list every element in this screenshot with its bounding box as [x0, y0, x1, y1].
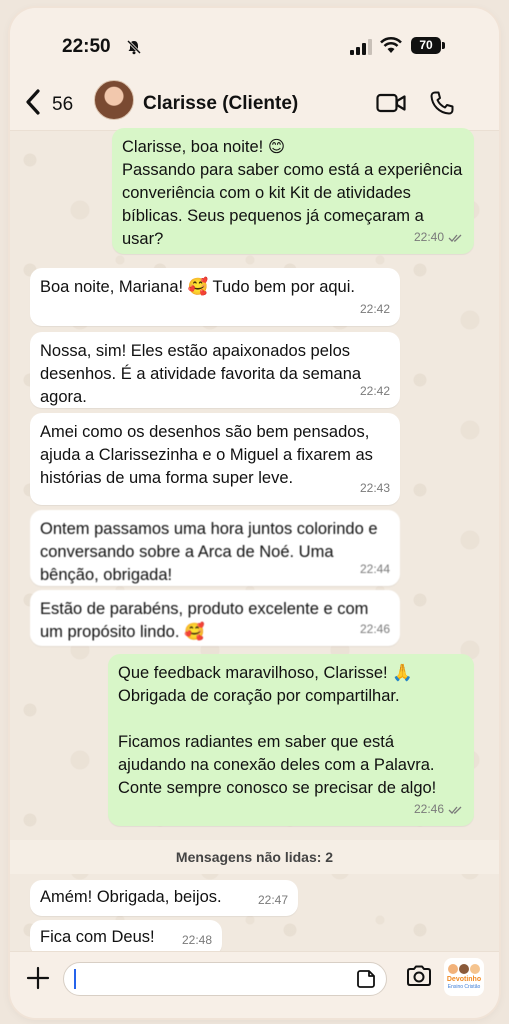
message-incoming[interactable]: Estão de parabéns, produto excelente e c…	[30, 590, 400, 646]
message-meta: 22:42	[360, 298, 390, 321]
message-time: 22:42	[359, 302, 390, 316]
message-outgoing[interactable]: Clarisse, boa noite! 😊 Passando para sab…	[112, 128, 474, 254]
message-meta: 22:43	[360, 477, 390, 500]
chat-header: 56 Clarisse (Cliente)	[10, 78, 499, 131]
message-outgoing[interactable]: Que feedback maravilhoso, Clarisse! 🙏 Ob…	[108, 654, 474, 826]
read-ticks-icon	[448, 806, 462, 814]
message-text: Nossa, sim! Eles estão apaixonados pelos…	[40, 342, 366, 406]
message-time: 22:44	[359, 562, 390, 576]
message-time: 22:48	[181, 933, 212, 947]
unread-messages-divider: Mensagens não lidas: 2	[10, 840, 499, 874]
battery-indicator: 70	[411, 37, 445, 54]
message-meta: 22:46	[414, 798, 464, 821]
phone-frame: 22:50 70 56 Clarisse (Cliente) Clarisse,…	[10, 8, 499, 1018]
message-time: 22:47	[257, 893, 288, 907]
avatar[interactable]	[94, 80, 134, 120]
message-incoming[interactable]: Boa noite, Mariana! 🥰 Tudo bem por aqui.…	[30, 268, 400, 326]
message-text: Boa noite, Mariana! 🥰 Tudo bem por aqui.	[40, 278, 355, 296]
message-text: Ontem passamos uma hora juntos colorindo…	[40, 520, 383, 584]
signal-icon	[350, 39, 372, 55]
message-meta: 22:46	[360, 618, 390, 641]
text-caret	[74, 969, 76, 989]
message-incoming[interactable]: Amei como os desenhos são bem pensados, …	[30, 413, 400, 505]
message-text: Estão de parabéns, produto excelente e c…	[40, 600, 373, 641]
battery-level: 70	[419, 38, 433, 52]
message-text: Amém! Obrigada, beijos.	[40, 888, 222, 906]
back-unread-count[interactable]: 56	[52, 94, 73, 116]
brand-faces-icon	[448, 964, 480, 974]
message-incoming[interactable]: Ontem passamos uma hora juntos colorindo…	[30, 510, 400, 586]
wifi-icon	[380, 37, 402, 53]
message-time: 22:46	[413, 802, 444, 816]
message-time: 22:46	[359, 622, 390, 636]
contact-name[interactable]: Clarisse (Cliente)	[143, 93, 298, 115]
message-meta: 22:42	[360, 380, 390, 403]
message-time: 22:42	[359, 384, 390, 398]
message-text: Amei como os desenhos são bem pensados, …	[40, 423, 378, 487]
message-meta: 22:47	[258, 889, 288, 912]
video-call-icon[interactable]	[376, 92, 406, 114]
read-ticks-icon	[448, 234, 462, 242]
bell-muted-icon	[126, 39, 142, 55]
message-incoming[interactable]: Amém! Obrigada, beijos. 22:47	[30, 880, 298, 916]
message-text: Clarisse, boa noite! 😊 Passando para sab…	[122, 138, 463, 248]
message-meta: 22:40	[414, 226, 464, 249]
status-time: 22:50	[62, 36, 111, 57]
message-meta: 22:44	[360, 558, 390, 581]
status-bar: 22:50 70	[10, 8, 499, 78]
brand-logo[interactable]: Devotinho Ensino Cristão	[444, 958, 484, 996]
message-text: Que feedback maravilhoso, Clarisse! 🙏 Ob…	[118, 664, 437, 797]
plus-icon[interactable]	[26, 966, 50, 990]
back-chevron-icon[interactable]	[24, 88, 42, 116]
message-time: 22:43	[359, 481, 390, 495]
brand-tagline: Ensino Cristão	[447, 984, 481, 990]
camera-icon[interactable]	[405, 964, 433, 988]
phone-call-icon[interactable]	[429, 90, 455, 116]
message-input[interactable]	[63, 962, 387, 996]
sticker-icon[interactable]	[356, 969, 376, 989]
brand-name: Devotinho	[446, 976, 482, 983]
message-incoming[interactable]: Nossa, sim! Eles estão apaixonados pelos…	[30, 332, 400, 408]
message-time: 22:40	[413, 230, 444, 244]
composer-bar: Devotinho Ensino Cristão	[10, 951, 499, 1018]
message-meta: 22:48	[182, 929, 212, 952]
